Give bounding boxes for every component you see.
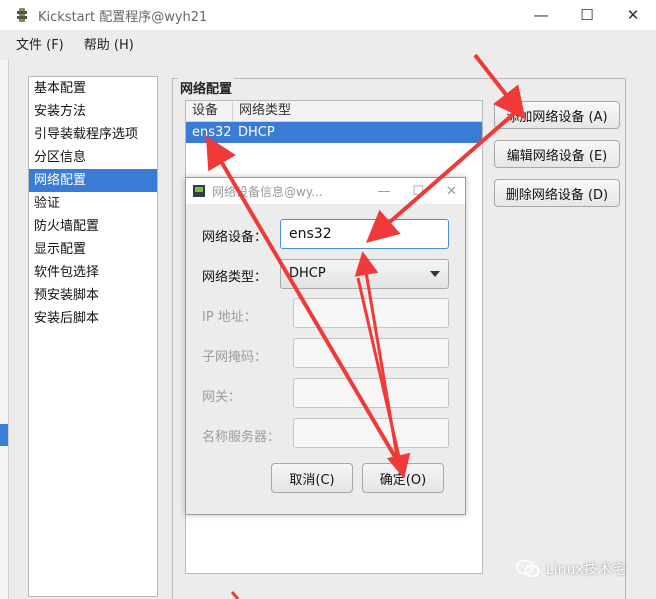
menu-help[interactable]: 帮助 (H) bbox=[84, 34, 134, 53]
type-select-value: DHCP bbox=[289, 266, 326, 281]
type-label: 网络类型： bbox=[202, 270, 268, 285]
dns-label: 名称服务器： bbox=[202, 430, 281, 445]
minimize-button[interactable]: — bbox=[518, 0, 564, 30]
cancel-button[interactable]: 取消(C) bbox=[271, 463, 353, 493]
sidebar-item[interactable]: 显示配置 bbox=[29, 238, 157, 261]
dialog-minimize-icon[interactable]: — bbox=[377, 184, 390, 199]
sidebar-item[interactable]: 软件包选择 bbox=[29, 261, 157, 284]
gateway-input[interactable] bbox=[293, 378, 449, 408]
sidebar-item[interactable]: 验证 bbox=[29, 192, 157, 215]
mask-label: 子网掩码： bbox=[202, 350, 268, 365]
ok-button[interactable]: 确定(O) bbox=[362, 463, 444, 493]
ip-input[interactable] bbox=[293, 298, 449, 328]
cell-type: DHCP bbox=[238, 125, 275, 140]
title-bar[interactable]: Kickstart 配置程序@wyh21 — ☐ ✕ bbox=[0, 0, 656, 30]
network-config-title: 网络配置 bbox=[178, 78, 235, 97]
dialog-maximize-icon[interactable]: ☐ bbox=[412, 184, 424, 199]
menu-file[interactable]: 文件 (F) bbox=[16, 34, 64, 53]
maximize-button[interactable]: ☐ bbox=[564, 0, 610, 30]
watermark: Linux技术宅 bbox=[516, 558, 626, 580]
device-input[interactable]: ens32 bbox=[280, 219, 449, 249]
add-device-button[interactable]: 添加网络设备 (A) bbox=[494, 101, 620, 129]
device-label: 网络设备： bbox=[202, 230, 268, 245]
type-select[interactable]: DHCP bbox=[280, 259, 449, 289]
menu-bar: 文件 (F) 帮助 (H) bbox=[0, 30, 656, 56]
gateway-label: 网关： bbox=[202, 390, 242, 405]
background-selection bbox=[0, 424, 8, 446]
dialog-close-icon[interactable]: ✕ bbox=[446, 184, 457, 199]
device-table-header: 设备 网络类型 bbox=[186, 101, 482, 122]
sidebar-item[interactable]: 引导装载程序选项 bbox=[29, 123, 157, 146]
mask-input[interactable] bbox=[293, 338, 449, 368]
background-window-edge bbox=[0, 60, 9, 599]
delete-device-button[interactable]: 删除网络设备 (D) bbox=[494, 179, 620, 207]
dialog-app-icon bbox=[193, 185, 205, 197]
sidebar-item[interactable]: 防火墙配置 bbox=[29, 215, 157, 238]
table-row[interactable]: ens32 DHCP bbox=[186, 122, 482, 143]
app-icon bbox=[17, 8, 27, 22]
sidebar-item[interactable]: 安装后脚本 bbox=[29, 307, 157, 330]
sidebar-item[interactable]: 分区信息 bbox=[29, 146, 157, 169]
edit-device-button[interactable]: 编辑网络设备 (E) bbox=[494, 140, 620, 168]
sidebar-list: 基本配置 安装方法 引导装载程序选项 分区信息 网络配置 验证 防火墙配置 显示配置 软件包选择… bbox=[28, 76, 158, 597]
sidebar-item[interactable]: 网络配置 bbox=[29, 169, 157, 192]
close-button[interactable]: ✕ bbox=[610, 0, 656, 30]
column-header-device[interactable]: 设备 bbox=[186, 101, 233, 121]
ip-label: IP 地址： bbox=[202, 310, 257, 325]
dialog-title-bar[interactable]: 网络设备信息@wy... — ☐ ✕ bbox=[186, 178, 465, 204]
dns-input[interactable] bbox=[293, 418, 449, 448]
window-title: Kickstart 配置程序@wyh21 bbox=[38, 9, 208, 25]
sidebar-item[interactable]: 安装方法 bbox=[29, 100, 157, 123]
sidebar-item[interactable]: 基本配置 bbox=[29, 77, 157, 100]
watermark-text: Linux技术宅 bbox=[546, 562, 626, 578]
sidebar-item[interactable]: 预安装脚本 bbox=[29, 284, 157, 307]
chevron-down-icon bbox=[430, 271, 440, 277]
cell-device: ens32 bbox=[192, 125, 232, 140]
wechat-icon bbox=[516, 559, 540, 577]
dialog-title: 网络设备信息@wy... bbox=[212, 184, 323, 199]
column-header-type[interactable]: 网络类型 bbox=[233, 101, 291, 121]
network-device-dialog: 网络设备信息@wy... — ☐ ✕ 网络设备： ens32 网络类型： DHC… bbox=[185, 177, 466, 515]
